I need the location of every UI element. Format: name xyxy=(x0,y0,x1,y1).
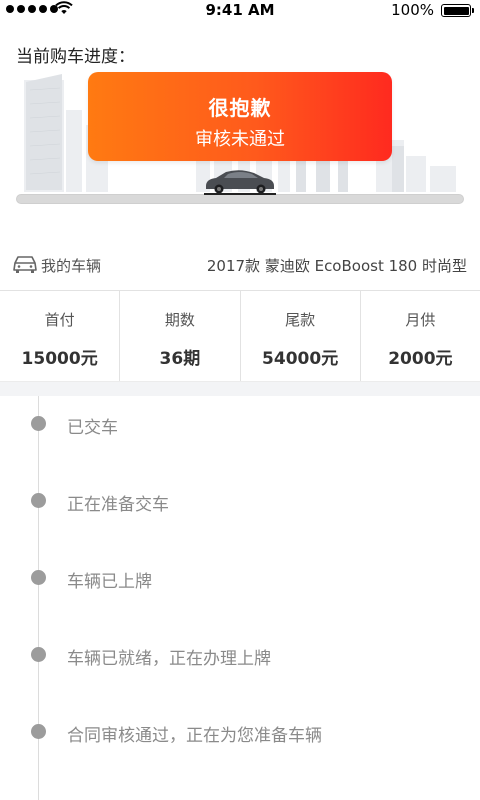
timeline-text: 合同审核通过，正在为您准备车辆 xyxy=(67,726,322,746)
status-sub-text: 审核未通过 xyxy=(195,129,285,150)
term-value: 15000元 xyxy=(21,349,98,369)
timeline-dot xyxy=(31,724,46,739)
timeline-dot xyxy=(31,493,46,508)
term-value: 36期 xyxy=(159,349,201,369)
timeline-dot xyxy=(31,647,46,662)
vehicle-model: 2017款 蒙迪欧 EcoBoost 180 时尚型 xyxy=(206,257,467,275)
status-bar: 9:41 AM 100% xyxy=(0,0,480,20)
term-down-payment: 首付 15000元 xyxy=(0,291,121,381)
car-icon xyxy=(13,256,37,273)
progress-title: 当前购车进度： xyxy=(16,47,135,67)
vehicle-row[interactable]: 我的车辆 2017款 蒙迪欧 EcoBoost 180 时尚型 xyxy=(0,246,480,282)
term-monthly-payment: 月供 2000元 xyxy=(361,291,480,381)
term-label: 首付 xyxy=(44,311,75,329)
progress-timeline: 已交车 正在准备交车 车辆已上牌 车辆已就绪，正在办理上牌 合同审核通过，正在为… xyxy=(0,396,480,800)
term-value: 54000元 xyxy=(262,349,339,369)
progress-hero: 很抱歉 审核未通过 xyxy=(16,70,464,206)
term-label: 尾款 xyxy=(285,311,316,329)
timeline-text: 车辆已就绪，正在办理上牌 xyxy=(67,649,271,669)
timeline-dot xyxy=(31,570,46,585)
battery-percent: 100% xyxy=(391,1,434,19)
status-main-text: 很抱歉 xyxy=(208,96,272,120)
term-final-payment: 尾款 54000元 xyxy=(241,291,361,381)
timeline-text: 已交车 xyxy=(67,418,118,438)
section-divider xyxy=(0,382,480,396)
timeline-dot xyxy=(31,416,46,431)
payment-terms: 首付 15000元 期数 36期 尾款 54000元 月供 2000元 xyxy=(0,290,480,382)
battery-icon xyxy=(441,4,474,17)
timeline-item: 已交车 xyxy=(0,408,480,438)
timeline-item: 车辆已上牌 xyxy=(0,562,480,592)
timeline-item: 正在准备交车 xyxy=(0,485,480,515)
timeline-item: 车辆已就绪，正在办理上牌 xyxy=(0,639,480,669)
timeline-text: 正在准备交车 xyxy=(67,495,169,515)
timeline-item: 合同审核通过，正在为您准备车辆 xyxy=(0,716,480,746)
term-label: 月供 xyxy=(405,311,436,329)
review-status-card: 很抱歉 审核未通过 xyxy=(88,72,392,161)
timeline-text: 车辆已上牌 xyxy=(67,572,152,592)
vehicle-label: 我的车辆 xyxy=(41,257,102,275)
term-label: 期数 xyxy=(164,311,195,329)
term-periods: 期数 36期 xyxy=(120,291,241,381)
car-illustration xyxy=(204,170,276,195)
term-value: 2000元 xyxy=(388,349,453,369)
